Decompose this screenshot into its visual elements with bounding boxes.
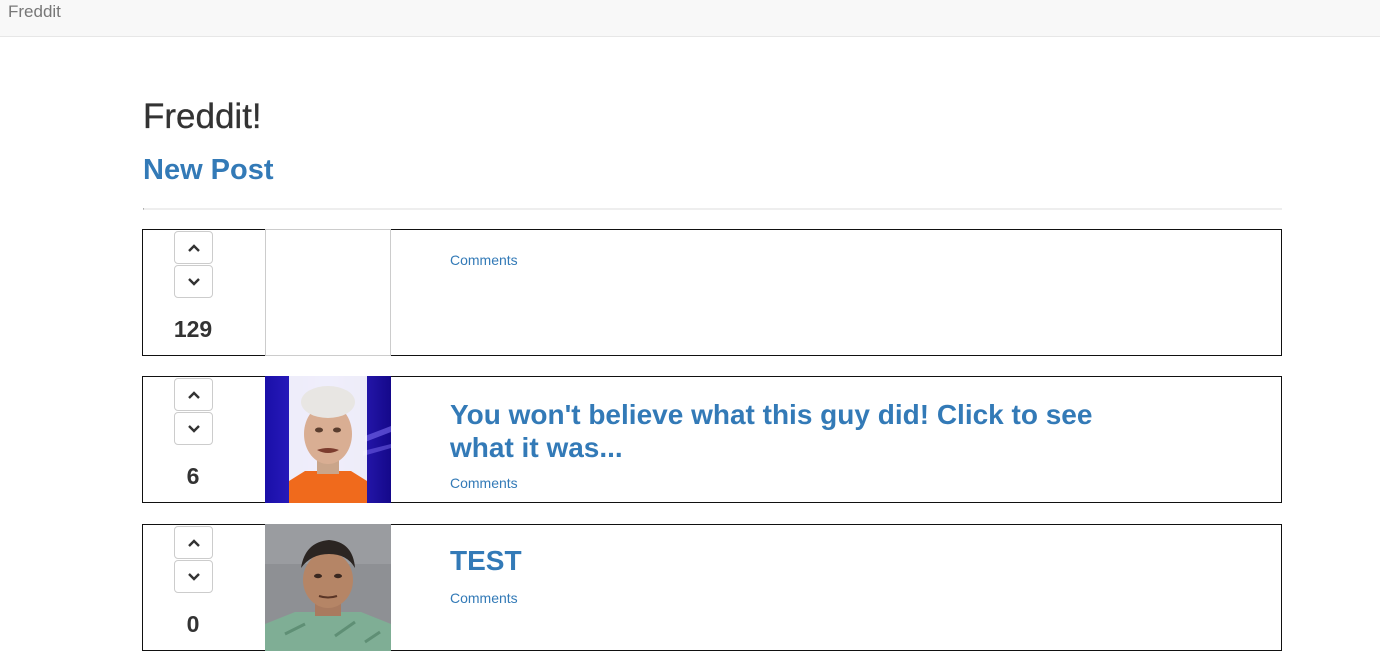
comments-link[interactable]: Comments (450, 590, 518, 606)
post-title-link[interactable]: You won't believe what this guy did! Cli… (450, 398, 1150, 464)
post-score: 129 (173, 316, 213, 342)
post-item: 6 You won't believe what this guy did! C (142, 376, 1282, 503)
post-thumbnail[interactable] (265, 376, 391, 503)
downvote-button[interactable] (174, 265, 213, 298)
comments-link[interactable]: Comments (450, 252, 518, 268)
downvote-button[interactable] (174, 412, 213, 445)
chevron-down-icon (187, 277, 200, 286)
post-title-link[interactable]: TEST (450, 544, 1150, 577)
chevron-down-icon (187, 424, 200, 433)
post-item: 0 TEST Comments (142, 524, 1282, 651)
upvote-button[interactable] (174, 231, 213, 264)
navbar-brand[interactable]: Freddit (8, 2, 61, 22)
post-thumbnail[interactable] (265, 524, 391, 651)
post-item: 129 Comments (142, 229, 1282, 356)
downvote-button[interactable] (174, 560, 213, 593)
chevron-up-icon (187, 390, 200, 399)
post-thumbnail[interactable] (265, 229, 391, 356)
mugshot-photo (265, 524, 391, 651)
chevron-down-icon (187, 572, 200, 581)
page-title: Freddit! (143, 97, 262, 136)
comments-link[interactable]: Comments (450, 475, 518, 491)
post-score: 0 (186, 611, 200, 637)
upvote-button[interactable] (174, 526, 213, 559)
chevron-up-icon (187, 538, 200, 547)
upvote-button[interactable] (174, 378, 213, 411)
navbar: Freddit (0, 0, 1380, 37)
chevron-up-icon (187, 243, 200, 252)
post-score: 6 (186, 463, 200, 489)
divider (143, 208, 1282, 210)
mugshot-photo (265, 376, 391, 503)
new-post-link[interactable]: New Post (143, 154, 274, 187)
